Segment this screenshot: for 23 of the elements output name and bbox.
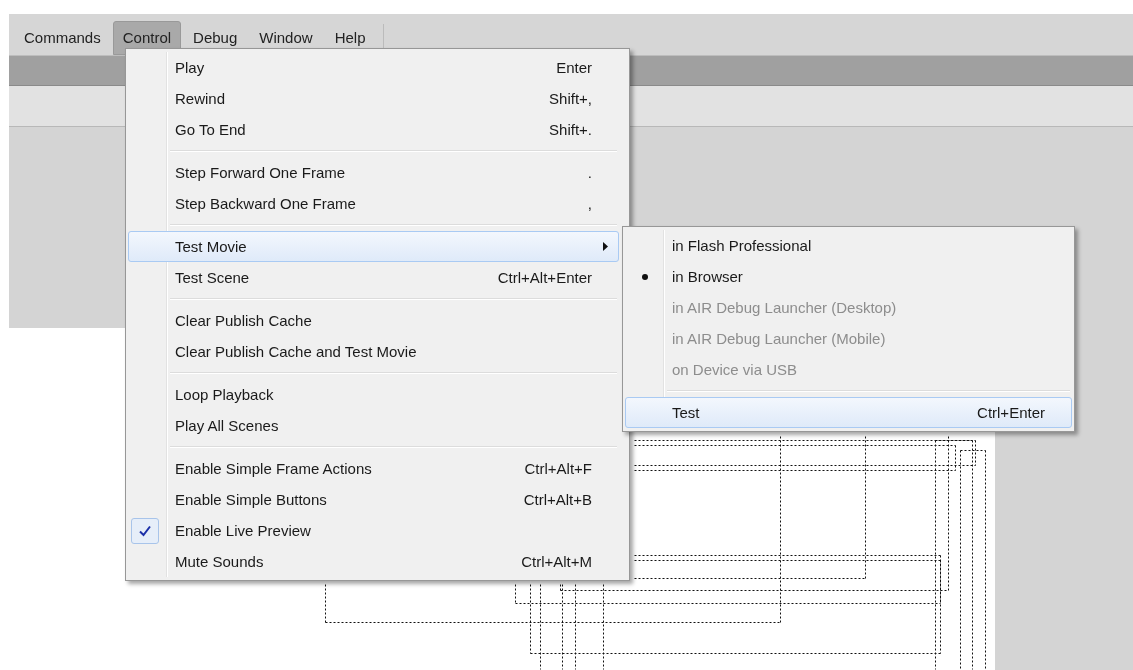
- menu-item[interactable]: Test Scene Ctrl+Alt+Enter: [128, 262, 619, 293]
- menu-item[interactable]: Clear Publish Cache: [128, 305, 619, 336]
- menu-item[interactable]: Play Enter: [128, 52, 619, 83]
- menu-item[interactable]: Clear Publish Cache and Test Movie: [128, 336, 619, 367]
- menu-item[interactable]: Test Movie: [128, 231, 619, 262]
- menu-bar-item[interactable]: Commands: [14, 20, 111, 55]
- menu-item[interactable]: Loop Playback: [128, 379, 619, 410]
- menu-bar-item[interactable]: Window: [249, 20, 323, 55]
- menu-item[interactable]: Mute Sounds Ctrl+Alt+M: [128, 546, 619, 577]
- menu-item[interactable]: Enable Simple Buttons Ctrl+Alt+B: [128, 484, 619, 515]
- menu-item[interactable]: Step Backward One Frame ,: [128, 188, 619, 219]
- menu-item[interactable]: in Browser: [625, 261, 1072, 292]
- menu-bar-item[interactable]: Help: [324, 20, 376, 55]
- submenu-arrow-icon: [602, 242, 608, 251]
- menu-item[interactable]: in Flash Professional: [625, 230, 1072, 261]
- menu-item[interactable]: Step Forward One Frame .: [128, 157, 619, 188]
- menu-item[interactable]: Go To End Shift+.: [128, 114, 619, 145]
- menu-bar-item[interactable]: Debug: [183, 20, 248, 55]
- menu-item[interactable]: Enable Live Preview: [128, 515, 619, 546]
- menu-item[interactable]: Enable Simple Frame Actions Ctrl+Alt+F: [128, 453, 619, 484]
- menu-item[interactable]: Rewind Shift+,: [128, 83, 619, 114]
- menu-item[interactable]: Test Ctrl+Enter: [625, 397, 1072, 428]
- menu-item[interactable]: Play All Scenes: [128, 410, 619, 441]
